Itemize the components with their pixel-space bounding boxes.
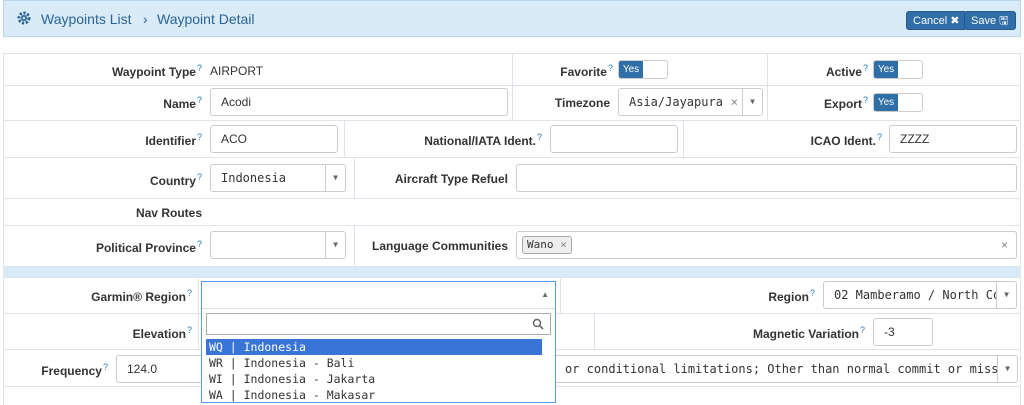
region-select[interactable]: 02 Mamberamo / North Coast ▼ [823,281,1017,309]
region-label: Region? [768,288,815,304]
identifier-label: Identifier? [145,132,202,148]
aircraft-refuel-input[interactable] [516,164,1017,192]
magnetic-variation-label: Magnetic Variation? [752,325,865,341]
icao-input[interactable]: ZZZZ [889,125,1017,153]
help-icon[interactable]: ? [810,288,815,298]
aircraft-refuel-label: Aircraft Type Refuel [394,172,508,186]
dropdown-option[interactable]: WI | Indonesia - Jakarta [206,371,542,387]
help-icon[interactable]: ? [103,362,108,372]
waypoint-type-label: Waypoint Type? [111,63,202,79]
clear-icon[interactable]: × [1001,232,1008,258]
political-province-select[interactable]: ▼ [210,231,346,259]
help-icon[interactable]: ? [197,172,202,182]
political-province-label: Political Province? [95,239,202,255]
help-icon[interactable]: ? [863,95,868,105]
breadcrumb-separator: › [143,11,148,27]
chevron-down-icon[interactable]: ▼ [742,89,762,115]
header-spacer [3,37,1021,53]
country-select[interactable]: Indonesia ▼ [210,164,346,192]
page-header: Waypoints List › Waypoint Detail Cancel … [3,0,1021,37]
chevron-up-icon[interactable]: ▲ [541,290,549,299]
section-divider [3,267,1021,277]
national-iata-label: National/IATA Ident.? [424,132,542,148]
help-icon[interactable]: ? [877,132,882,142]
active-label: Active? [825,63,868,79]
identifier-input[interactable]: ACO [210,125,338,153]
active-toggle[interactable]: Yes [873,60,923,79]
country-label: Country? [149,172,202,188]
garmin-region-select[interactable]: ▲ [202,282,555,309]
language-communities-select[interactable]: Wano × × [516,231,1017,259]
chevron-down-icon[interactable]: ▼ [325,232,345,258]
help-icon[interactable]: ? [860,325,865,335]
dropdown-option[interactable]: WA | Indonesia - Makasar [206,387,542,403]
help-icon[interactable]: ? [197,63,202,73]
help-icon[interactable]: ? [187,325,192,335]
breadcrumb-waypoints-list[interactable]: Waypoints List [41,11,132,27]
export-label: Export? [823,95,868,111]
elevation-label: Elevation? [132,325,192,341]
national-iata-input[interactable] [550,125,678,153]
help-icon[interactable]: ? [537,132,542,142]
frequency-input[interactable]: 124.0 [116,355,211,383]
garmin-region-label: Garmin® Region? [91,288,192,304]
dropdown-option[interactable]: WR | Indonesia - Bali [206,355,542,371]
favorite-toggle[interactable]: Yes [618,60,668,79]
timezone-select[interactable]: Asia/Jayapura × ▼ [618,88,763,116]
help-icon[interactable]: ? [863,63,868,73]
cancel-button[interactable]: Cancel ✖ [906,11,967,30]
help-icon[interactable]: ? [608,63,613,73]
page-title: Waypoint Detail [157,11,255,27]
help-icon[interactable]: ? [197,239,202,249]
name-input[interactable]: Acodi [210,88,508,116]
nav-routes-label: Nav Routes [135,206,202,220]
favorite-label: Favorite? [560,63,613,79]
help-icon[interactable]: ? [197,95,202,105]
remove-tag-icon[interactable]: × [560,238,567,251]
save-button[interactable]: Save 🖫 [964,11,1016,30]
waypoint-type-value: AIRPORT [210,64,264,78]
timezone-label: Timezone [554,96,610,110]
gear-icon[interactable] [16,10,32,26]
limitations-select[interactable]: or conditional limitations; Other than n… [540,355,1018,383]
dropdown-search-input[interactable] [206,313,551,335]
search-icon [532,318,544,330]
dropdown-option[interactable]: WQ | Indonesia [206,339,542,355]
export-toggle[interactable]: Yes [873,93,923,112]
chevron-down-icon[interactable]: ▼ [996,282,1016,308]
icao-label: ICAO Ident.? [810,132,882,148]
chevron-down-icon[interactable]: ▼ [997,356,1017,382]
help-icon[interactable]: ? [197,132,202,142]
name-label: Name? [163,95,202,111]
garmin-region-dropdown: ▲ WQ | Indonesia WR | Indonesia - Bali W… [201,281,556,403]
tag-wano: Wano × [522,236,572,254]
frequency-label: Frequency? [41,362,108,378]
magnetic-variation-input[interactable]: -3 [873,318,933,346]
language-communities-label: Language Communities [371,239,508,253]
help-icon[interactable]: ? [187,288,192,298]
chevron-down-icon[interactable]: ▼ [325,165,345,191]
clear-icon[interactable]: × [731,89,738,115]
